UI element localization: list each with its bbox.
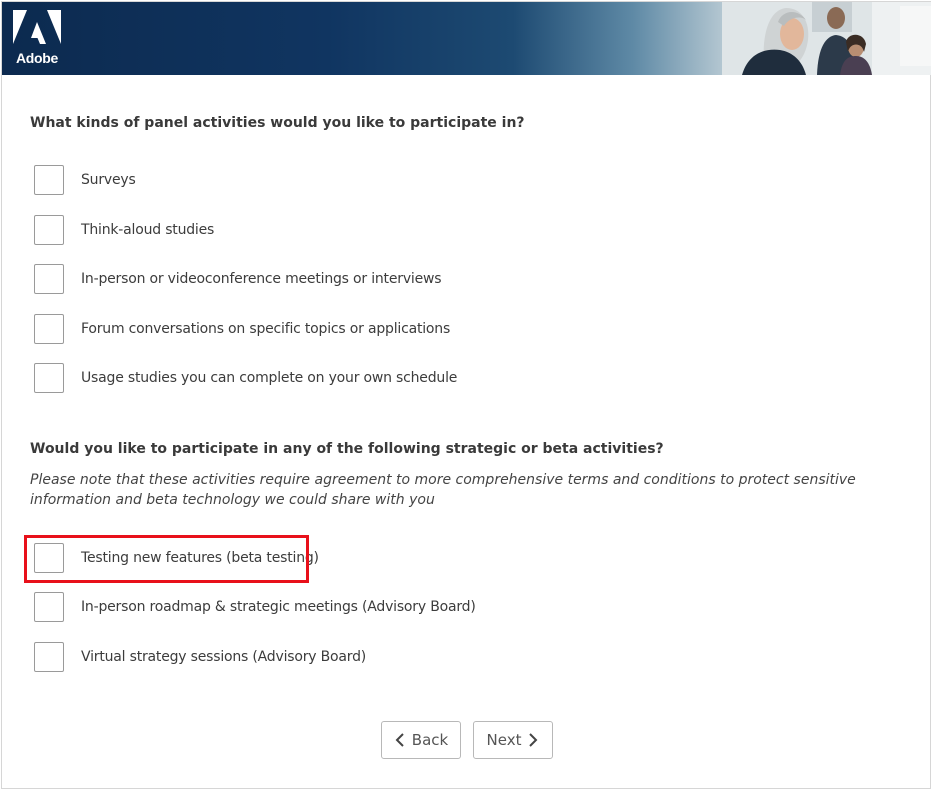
checkbox-beta-testing[interactable] [34,543,64,573]
option-forum-conversations[interactable]: Forum conversations on specific topics o… [34,313,450,345]
back-button[interactable]: Back [381,721,461,759]
option-beta-testing[interactable]: Testing new features (beta testing) [34,542,319,574]
adobe-logo-icon [13,10,61,44]
adobe-logo[interactable]: Adobe [13,10,61,70]
header-banner: Adobe [2,2,931,75]
option-label: Think-aloud studies [81,222,215,238]
option-label: Virtual strategy sessions (Advisory Boar… [81,649,367,665]
option-roadmap-meetings[interactable]: In-person roadmap & strategic meetings (… [34,591,476,623]
chevron-left-icon [395,733,404,747]
chevron-right-icon [529,733,538,747]
option-surveys[interactable]: Surveys [34,164,136,196]
next-label: Next [486,731,522,749]
next-button[interactable]: Next [473,721,553,759]
option-meetings-interviews[interactable]: In-person or videoconference meetings or… [34,263,442,295]
checkbox-meetings-interviews[interactable] [34,264,64,294]
option-label: Surveys [81,172,136,188]
option-label: Usage studies you can complete on your o… [81,370,458,386]
header-photo [722,2,931,75]
terms-note: Please note that these activities requir… [30,472,856,508]
back-label: Back [411,731,449,749]
checkbox-usage-studies[interactable] [34,363,64,393]
option-label: Testing new features (beta testing) [81,550,319,566]
checkbox-forum-conversations[interactable] [34,314,64,344]
checkbox-virtual-strategy[interactable] [34,642,64,672]
checkbox-roadmap-meetings[interactable] [34,592,64,622]
question-activities-title: What kinds of panel activities would you… [30,115,525,131]
checkbox-think-aloud[interactable] [34,215,64,245]
checkbox-surveys[interactable] [34,165,64,195]
option-label: Forum conversations on specific topics o… [81,321,451,337]
question-strategic-title: Would you like to participate in any of … [30,441,664,457]
option-think-aloud[interactable]: Think-aloud studies [34,214,214,246]
brand-name: Adobe [15,50,59,66]
option-label: In-person or videoconference meetings or… [81,271,442,287]
option-label: In-person roadmap & strategic meetings (… [81,599,476,615]
option-usage-studies[interactable]: Usage studies you can complete on your o… [34,362,457,394]
option-virtual-strategy[interactable]: Virtual strategy sessions (Advisory Boar… [34,641,366,673]
